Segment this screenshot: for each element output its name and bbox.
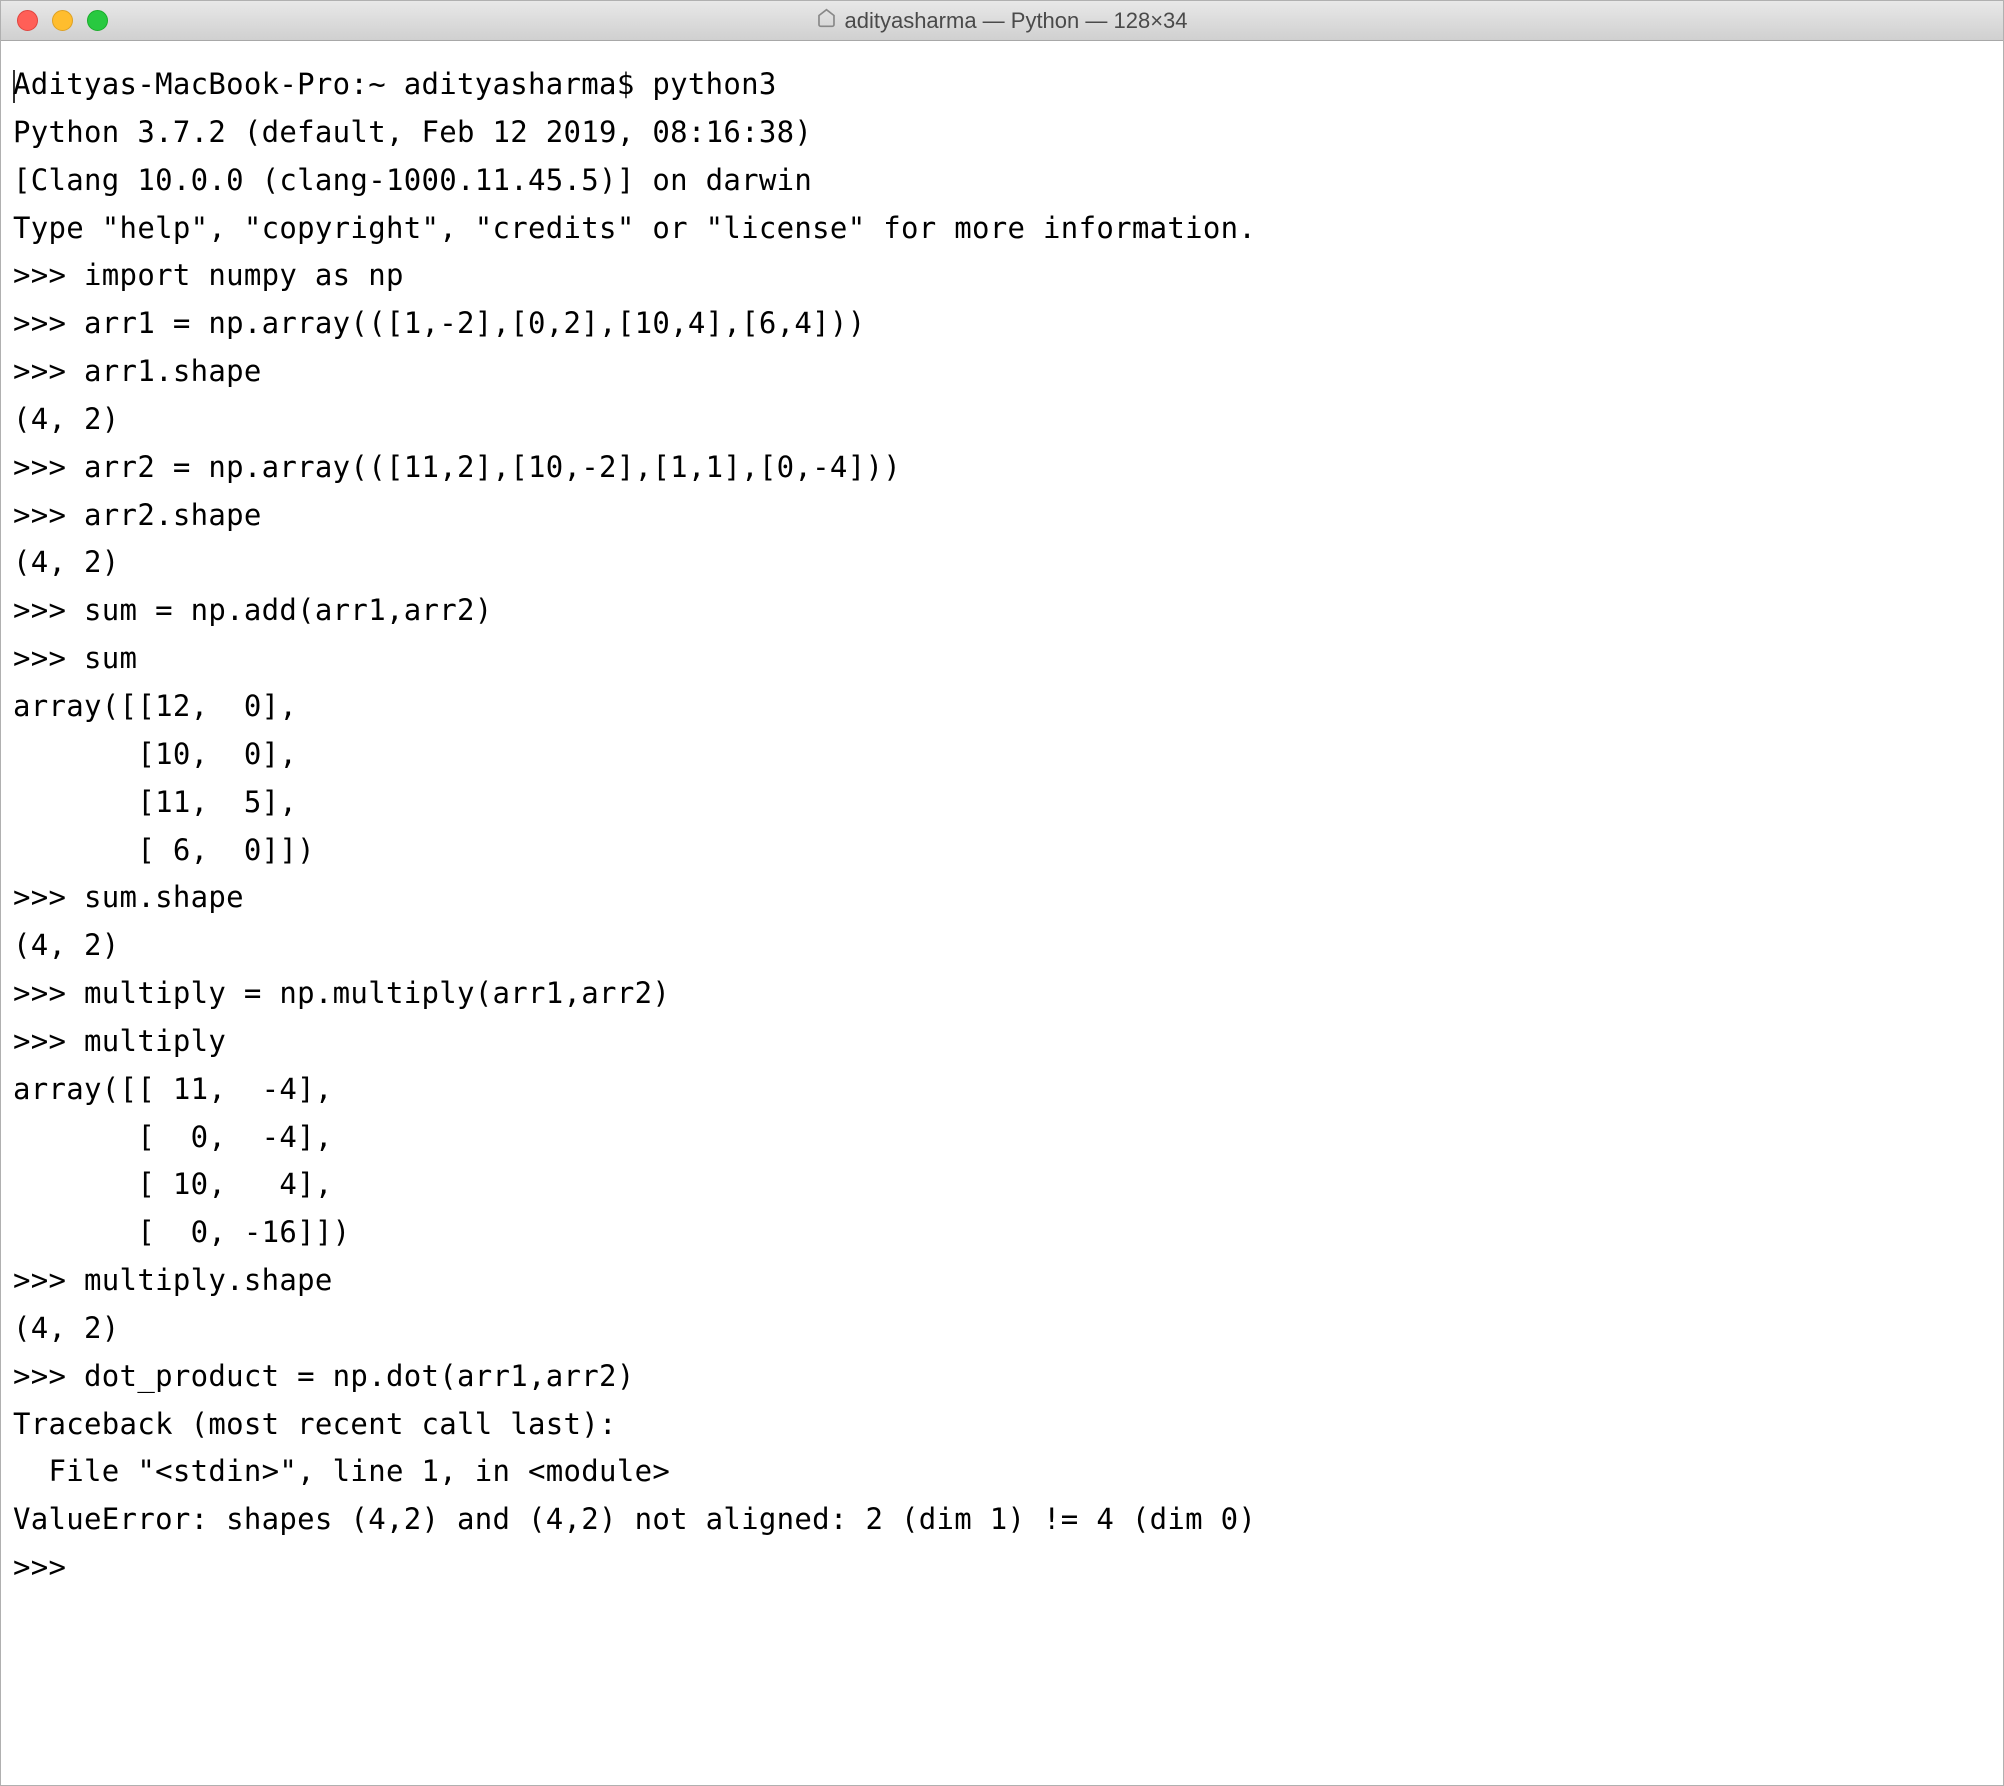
terminal-line: [10, 0], (13, 737, 297, 771)
terminal-line: >>> arr2.shape (13, 498, 262, 532)
maximize-button[interactable] (87, 10, 108, 31)
terminal-line: Adityas-MacBook-Pro:~ adityasharma$ pyth… (13, 67, 777, 101)
traffic-lights (1, 10, 108, 31)
terminal-line: (4, 2) (13, 402, 120, 436)
terminal-line: >>> dot_product = np.dot(arr1,arr2) (13, 1359, 635, 1393)
terminal-line: (4, 2) (13, 1311, 120, 1345)
terminal-line: >>> sum (13, 641, 137, 675)
terminal-line: >>> multiply.shape (13, 1263, 333, 1297)
terminal-line: >>> sum = np.add(arr1,arr2) (13, 593, 493, 627)
terminal-line: [11, 5], (13, 785, 297, 819)
terminal-line: [Clang 10.0.0 (clang-1000.11.45.5)] on d… (13, 163, 812, 197)
window-title-wrapper: adityasharma — Python — 128×34 (816, 8, 1187, 34)
terminal-line: File "<stdin>", line 1, in <module> (13, 1454, 670, 1488)
terminal-line: array([[ 11, -4], (13, 1072, 333, 1106)
terminal-line: >>> multiply = np.multiply(arr1,arr2) (13, 976, 670, 1010)
terminal-line: >>> (13, 1550, 84, 1584)
terminal-line: [ 6, 0]]) (13, 833, 315, 867)
terminal-line: >>> arr1.shape (13, 354, 262, 388)
terminal-line: (4, 2) (13, 928, 120, 962)
terminal-content[interactable]: Adityas-MacBook-Pro:~ adityasharma$ pyth… (1, 41, 2003, 1785)
terminal-line: (4, 2) (13, 545, 120, 579)
terminal-line: Type "help", "copyright", "credits" or "… (13, 211, 1256, 245)
terminal-line: >>> multiply (13, 1024, 226, 1058)
close-button[interactable] (17, 10, 38, 31)
terminal-line: >>> arr1 = np.array(([1,-2],[0,2],[10,4]… (13, 306, 865, 340)
minimize-button[interactable] (52, 10, 73, 31)
home-icon (816, 8, 836, 34)
window-title: adityasharma — Python — 128×34 (844, 8, 1187, 34)
terminal-line: [ 10, 4], (13, 1167, 333, 1201)
terminal-line: >>> arr2 = np.array(([11,2],[10,-2],[1,1… (13, 450, 901, 484)
terminal-line: Traceback (most recent call last): (13, 1407, 617, 1441)
terminal-line: Python 3.7.2 (default, Feb 12 2019, 08:1… (13, 115, 812, 149)
terminal-line: [ 0, -16]]) (13, 1215, 350, 1249)
window-titlebar[interactable]: adityasharma — Python — 128×34 (1, 1, 2003, 41)
terminal-line: >>> import numpy as np (13, 258, 404, 292)
terminal-window: adityasharma — Python — 128×34 Adityas-M… (0, 0, 2004, 1786)
terminal-line: ValueError: shapes (4,2) and (4,2) not a… (13, 1502, 1256, 1536)
terminal-line: array([[12, 0], (13, 689, 297, 723)
terminal-line: [ 0, -4], (13, 1120, 333, 1154)
terminal-line: >>> sum.shape (13, 880, 244, 914)
